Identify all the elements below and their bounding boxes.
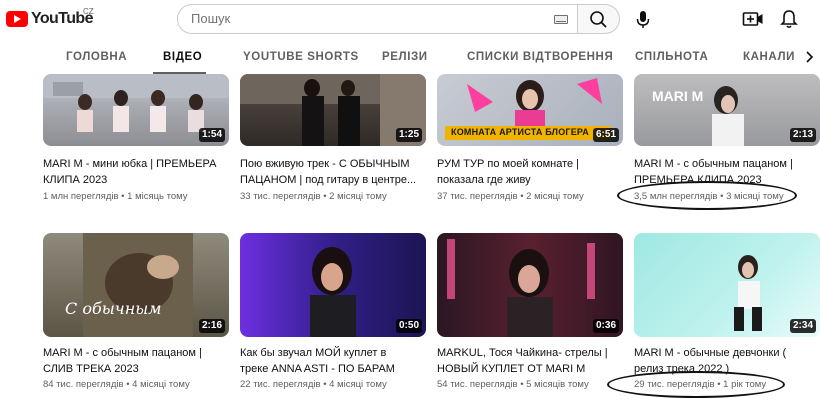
microphone-icon xyxy=(636,11,650,28)
tab-videos[interactable]: ВІДЕО xyxy=(163,51,202,63)
search-button[interactable] xyxy=(578,4,620,34)
video-thumbnail[interactable]: 0:36 xyxy=(437,233,623,337)
video-duration: 2:34 xyxy=(789,319,816,333)
tab-community[interactable]: СПІЛЬНОТА xyxy=(635,51,708,63)
video-metadata: 84 тис. переглядів • 4 місяці тому xyxy=(43,379,190,390)
create-button[interactable] xyxy=(742,9,764,29)
video-duration: 1:25 xyxy=(395,128,422,142)
voice-search-button[interactable] xyxy=(628,4,658,34)
tab-channels[interactable]: КАНАЛИ xyxy=(743,51,795,63)
video-thumbnail[interactable]: MARI M 2:13 xyxy=(634,74,820,146)
channel-tabs: ГОЛОВНА ВІДЕО YOUTUBE SHORTS РЕЛІЗИ СПИС… xyxy=(0,40,820,74)
youtube-logo[interactable]: YouTube CZ xyxy=(6,7,94,28)
video-title[interactable]: Как бы звучал МОЙ куплет в треке ANNA AST… xyxy=(240,345,426,377)
notifications-button[interactable] xyxy=(779,8,799,30)
search-box[interactable] xyxy=(177,4,578,34)
thumbnail-caption: MARI M xyxy=(652,88,704,104)
tab-releases[interactable]: РЕЛІЗИ xyxy=(382,51,428,63)
bell-icon xyxy=(780,10,798,29)
top-header: YouTube CZ xyxy=(0,0,820,38)
keyboard-icon[interactable] xyxy=(554,15,568,24)
video-thumbnail[interactable]: 1:54 xyxy=(43,74,229,146)
video-metadata: 33 тис. переглядів • 2 місяці тому xyxy=(240,191,387,202)
video-metadata: 22 тис. переглядів • 4 місяці тому xyxy=(240,379,387,390)
search-input[interactable] xyxy=(191,11,521,26)
tabs-scroll-right-button[interactable] xyxy=(800,48,818,66)
video-thumbnail[interactable]: 1:25 xyxy=(240,74,426,146)
video-duration: 2:16 xyxy=(198,319,225,333)
video-metadata: 37 тис. переглядів • 2 місяці тому xyxy=(437,191,584,202)
annotation-ellipse xyxy=(607,371,785,398)
video-thumbnail[interactable]: КОМНАТА АРТИСТА БЛОГЕРА 6:51 xyxy=(437,74,623,146)
youtube-play-icon xyxy=(6,11,28,27)
video-duration: 0:36 xyxy=(592,319,619,333)
thumbnail-caption: КОМНАТА АРТИСТА БЛОГЕРА xyxy=(451,127,590,137)
video-title[interactable]: Пою вживую трек - С ОБЫЧНЫМ ПАЦАНОМ | под… xyxy=(240,156,426,188)
video-metadata: 1 млн переглядів • 1 місяць тому xyxy=(43,191,188,202)
video-metadata: 54 тис. переглядів • 5 місяців тому xyxy=(437,379,589,390)
thumbnail-caption: С обычным xyxy=(65,299,162,318)
video-thumbnail[interactable]: 0:50 xyxy=(240,233,426,337)
chevron-right-icon xyxy=(806,51,814,63)
annotation-ellipse xyxy=(617,181,797,210)
video-title[interactable]: РУМ ТУР по моей комнате | показала где жи… xyxy=(437,156,623,188)
country-code: CZ xyxy=(83,7,94,16)
tab-shorts[interactable]: YOUTUBE SHORTS xyxy=(243,51,359,63)
video-duration: 0:50 xyxy=(395,319,422,333)
tab-playlists[interactable]: СПИСКИ ВІДТВОРЕННЯ xyxy=(467,51,613,63)
video-duration: 6:51 xyxy=(592,128,619,142)
video-duration: 1:54 xyxy=(198,128,225,142)
tab-home[interactable]: ГОЛОВНА xyxy=(66,51,127,63)
video-title[interactable]: MARKUL, Тося Чайкина- стрелы | НОВЫЙ КУПЛ… xyxy=(437,345,623,377)
video-add-icon xyxy=(742,12,763,26)
video-title[interactable]: MARI M - мини юбка | ПРЕМЬЕРА КЛИПА 2023 xyxy=(43,156,229,188)
video-duration: 2:13 xyxy=(789,128,816,142)
search-icon xyxy=(590,11,607,28)
video-thumbnail[interactable]: 2:34 xyxy=(634,233,820,337)
video-thumbnail[interactable]: С обычным 2:16 xyxy=(43,233,229,337)
video-title[interactable]: MARI M - с обычным пацаном | СЛИВ ТРЕКА 2… xyxy=(43,345,229,377)
